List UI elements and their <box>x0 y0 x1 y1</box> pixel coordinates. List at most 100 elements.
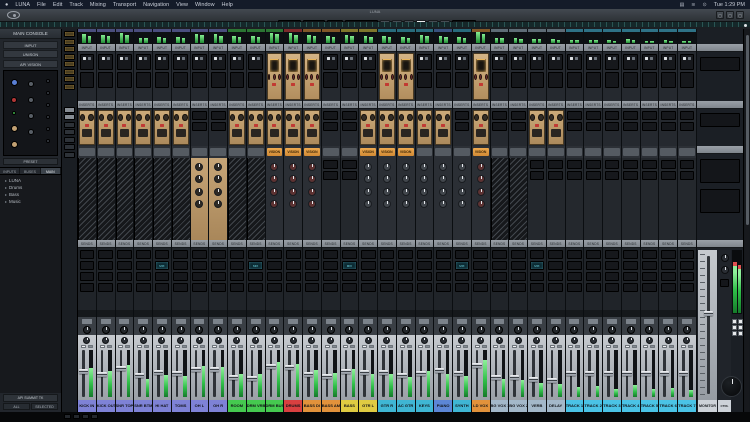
send-slot[interactable] <box>230 272 245 281</box>
eq-module[interactable] <box>491 158 509 240</box>
insert-slot[interactable] <box>511 54 526 70</box>
insert-slot[interactable] <box>455 111 470 120</box>
insert-slot[interactable] <box>323 54 338 70</box>
eq-header-chip[interactable] <box>510 148 526 156</box>
solo-button[interactable] <box>350 345 355 349</box>
menu-item-track[interactable]: Track <box>69 2 83 8</box>
slot-button[interactable] <box>195 57 198 60</box>
module-red-button[interactable] <box>441 124 445 127</box>
module-knob[interactable] <box>370 114 375 121</box>
module-slot[interactable] <box>438 129 448 137</box>
pan-knob[interactable] <box>458 326 466 334</box>
trim-knob[interactable] <box>83 337 90 344</box>
disclosure-arrow-icon[interactable]: ▸ <box>5 178 7 183</box>
fader-track[interactable] <box>363 350 366 397</box>
eq-knob[interactable] <box>195 188 203 196</box>
send-slot[interactable] <box>642 250 657 259</box>
gray-knob-icon[interactable] <box>28 129 34 135</box>
preamp-knob[interactable] <box>474 74 477 80</box>
send-slot[interactable] <box>398 283 413 292</box>
eq-knob[interactable] <box>214 163 222 171</box>
eq-header-chip[interactable] <box>79 148 95 156</box>
insert-slot[interactable] <box>623 72 638 88</box>
insert-slot[interactable] <box>248 72 263 88</box>
solo-button[interactable] <box>500 345 505 349</box>
send-slot[interactable] <box>117 250 132 259</box>
eq-empty-slot[interactable] <box>530 160 545 169</box>
send-slot[interactable] <box>548 261 563 270</box>
eq-knob[interactable] <box>458 200 466 208</box>
automation-mode-box[interactable] <box>82 319 92 324</box>
insert-slot[interactable] <box>511 111 526 120</box>
channel-name-label[interactable]: BG VOX 1 <box>491 400 509 412</box>
trim-knob[interactable] <box>552 337 559 344</box>
menu-item-window[interactable]: Window <box>195 2 215 8</box>
module-knob[interactable] <box>445 114 450 121</box>
insert-slot[interactable] <box>211 72 226 88</box>
slot-button[interactable] <box>102 57 105 60</box>
channel-name-label[interactable]: KICK IN <box>78 400 96 412</box>
slot-button[interactable] <box>533 57 536 60</box>
eq-knob[interactable] <box>477 188 485 196</box>
zoom-out-button[interactable] <box>64 414 71 419</box>
insert-slot[interactable] <box>211 122 226 131</box>
automation-mode-box[interactable] <box>551 319 561 324</box>
view-option-button[interactable] <box>82 414 89 419</box>
menu-item-file[interactable]: File <box>37 2 46 8</box>
fader-track[interactable] <box>495 350 498 397</box>
automation-mode-box[interactable] <box>344 319 354 324</box>
slot-button[interactable] <box>200 57 203 60</box>
fader-track[interactable] <box>288 350 291 397</box>
zoom-in-button[interactable] <box>73 414 80 419</box>
eq-header-chip[interactable] <box>192 148 208 156</box>
send-slot[interactable] <box>286 272 301 281</box>
channel-name-label[interactable]: ROOM <box>228 400 246 412</box>
channel-name-label[interactable]: TRACK 1 <box>566 400 584 412</box>
automation-mode-box[interactable] <box>138 319 148 324</box>
preamp-knob[interactable] <box>391 74 394 80</box>
unison-row-toggle[interactable] <box>64 54 75 60</box>
mute-button[interactable] <box>306 345 311 349</box>
send-slot[interactable] <box>511 250 526 259</box>
eq-empty-slot[interactable] <box>342 160 357 169</box>
eq-module[interactable] <box>528 158 546 240</box>
unison-preamp-module[interactable] <box>398 53 414 100</box>
insert-slot[interactable] <box>117 54 132 70</box>
module-slot[interactable] <box>101 129 111 137</box>
send-slot[interactable] <box>323 283 338 292</box>
send-slot[interactable] <box>548 250 563 259</box>
insert-slot[interactable] <box>455 122 470 131</box>
module-slot[interactable] <box>251 129 261 137</box>
eq-header-chip[interactable] <box>623 148 639 156</box>
module-knob[interactable] <box>361 114 366 121</box>
module-slot[interactable] <box>138 129 148 137</box>
send-lcd-display[interactable]: MIX <box>155 261 170 270</box>
insert-slot[interactable] <box>530 54 545 70</box>
channel-name-label[interactable]: TRACK 2 <box>584 400 602 412</box>
fader-track[interactable] <box>682 350 685 397</box>
channel-name-label[interactable]: TOMS <box>172 400 190 412</box>
slot-button[interactable] <box>613 57 616 60</box>
cue-knob[interactable] <box>721 254 729 262</box>
eq-knob[interactable] <box>402 188 410 196</box>
module-knob[interactable] <box>313 114 318 121</box>
preamp-red-button[interactable] <box>291 83 295 86</box>
eq-header-chip[interactable] <box>417 148 433 156</box>
solo-button[interactable] <box>613 345 618 349</box>
channel-name-label[interactable]: OH R <box>209 400 227 412</box>
module-red-button[interactable] <box>291 124 295 127</box>
scrollbar-thumb[interactable] <box>746 35 749 225</box>
automation-mode-box[interactable] <box>401 319 411 324</box>
insert-slot[interactable] <box>605 54 620 70</box>
send-slot[interactable] <box>267 261 282 270</box>
send-slot[interactable] <box>155 250 170 259</box>
mute-button[interactable] <box>493 345 498 349</box>
master-fader-cap[interactable] <box>704 311 714 316</box>
slot-button[interactable] <box>495 57 498 60</box>
slot-button[interactable] <box>458 57 461 60</box>
eq-empty-slot[interactable] <box>661 171 676 180</box>
module-knob[interactable] <box>474 114 479 121</box>
automation-mode-box[interactable] <box>251 319 261 324</box>
eq-knob[interactable] <box>439 175 447 183</box>
eq-module[interactable] <box>472 158 490 240</box>
